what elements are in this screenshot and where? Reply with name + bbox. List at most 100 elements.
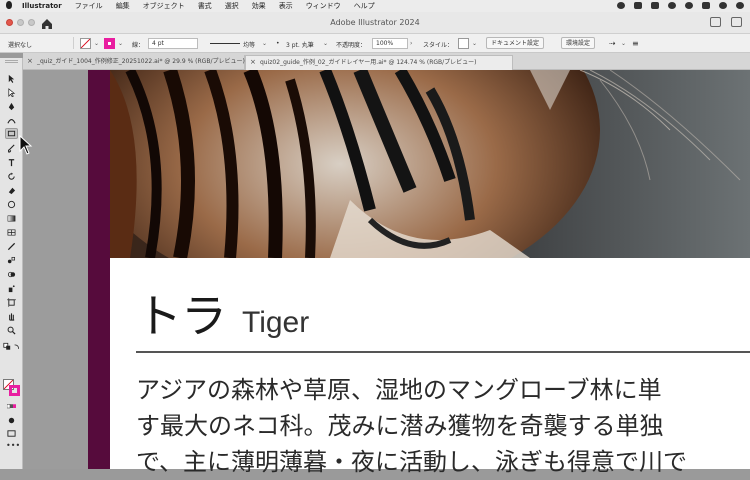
menu-object[interactable]: オブジェクト: [143, 1, 185, 11]
stroke-profile-preview[interactable]: [210, 43, 240, 44]
rectangle-tool[interactable]: [5, 128, 18, 139]
pen-tool[interactable]: [5, 101, 18, 112]
zoom-tool[interactable]: [5, 325, 18, 336]
eye-icon[interactable]: [685, 2, 693, 9]
chevron-down-icon[interactable]: ⌄: [262, 40, 267, 47]
mouse-pointer-icon: [19, 135, 33, 155]
heading-rule[interactable]: [136, 351, 750, 353]
document-tab-label: quiz02_guide_作例_02_ガイドレイヤー用.ai* @ 124.74…: [260, 59, 477, 66]
body-text-line: で、主に薄明薄暮・夜に活動し、泳ぎも得意で川で: [136, 448, 688, 476]
menu-window[interactable]: ウィンドウ: [306, 1, 341, 11]
eraser-tool[interactable]: [5, 185, 18, 196]
body-text-frame[interactable]: アジアの森林や草原、湿地のマングローブ林に単 す最大のネコ科。茂みに潜み獲物を奇…: [136, 372, 750, 480]
puppet-warp-tool[interactable]: [5, 199, 18, 210]
gradient-tool-icon: [7, 215, 16, 222]
menu-edit[interactable]: 編集: [116, 1, 130, 11]
stroke-profile-label[interactable]: 均等: [243, 40, 255, 49]
menu-file[interactable]: ファイル: [75, 1, 103, 11]
stroke-color-box[interactable]: [9, 385, 20, 396]
canvas-area[interactable]: トラ Tiger アジアの森林や草原、湿地のマングローブ林に単 す最大のネコ科。茂…: [23, 70, 750, 476]
fill-stroke-indicator[interactable]: [3, 379, 21, 397]
menu-app-name[interactable]: Illustrator: [22, 2, 62, 10]
artboard-tool[interactable]: [5, 297, 18, 308]
menu-help[interactable]: ヘルプ: [354, 1, 375, 11]
rotate-tool[interactable]: [5, 171, 18, 182]
document-setup-button[interactable]: ドキュメント設定: [486, 37, 545, 49]
edit-toolbar-icon[interactable]: •••: [6, 441, 20, 450]
tiger-photo-graphic: [110, 70, 750, 258]
swap-arrow-icon: [14, 344, 19, 349]
type-tool[interactable]: [5, 157, 18, 168]
menu-type[interactable]: 書式: [198, 1, 212, 11]
document-tab-2[interactable]: × quiz02_guide_作例_02_ガイドレイヤー用.ai* @ 124.…: [245, 55, 513, 70]
symbol-sprayer-tool[interactable]: [5, 283, 18, 294]
screen-mode-button[interactable]: [5, 428, 18, 439]
mesh-tool[interactable]: [5, 227, 18, 238]
cloud-icon[interactable]: [668, 2, 676, 9]
apple-logo-icon[interactable]: [6, 1, 12, 9]
chevron-right-icon[interactable]: ›: [410, 40, 412, 47]
rotate-tool-icon: [8, 172, 15, 180]
opacity-value: 100%: [376, 40, 394, 47]
direct-selection-tool[interactable]: [5, 87, 18, 98]
style-label: スタイル：: [423, 42, 454, 49]
opacity-field[interactable]: 100%: [372, 38, 408, 49]
paintbrush-tool[interactable]: [5, 143, 18, 154]
menu-view[interactable]: 表示: [279, 1, 293, 11]
battery-icon[interactable]: [702, 2, 710, 9]
chevron-down-icon[interactable]: ⌄: [621, 40, 626, 47]
panel-grip[interactable]: [5, 60, 18, 63]
document-tab-1[interactable]: × _quiz_ガイド_1004_作例修正_20251022.ai* @ 29.…: [23, 55, 245, 70]
artboard[interactable]: トラ Tiger アジアの森林や草原、湿地のマングローブ林に単 す最大のネコ科。茂…: [110, 70, 750, 476]
close-tab-icon[interactable]: ×: [27, 55, 33, 68]
account-icon[interactable]: [719, 2, 727, 9]
chevron-down-icon[interactable]: ⌄: [472, 40, 477, 47]
window-title: Adobe Illustrator 2024: [330, 18, 420, 27]
menu-effect[interactable]: 効果: [252, 1, 266, 11]
gradient-tool[interactable]: [5, 213, 18, 224]
stroke-weight-field[interactable]: 4 pt: [148, 38, 198, 49]
info-icon[interactable]: [736, 2, 744, 9]
divider: [73, 37, 74, 49]
eyedropper-tool[interactable]: [5, 241, 18, 252]
color-mode-buttons[interactable]: [5, 401, 18, 412]
select-similar-icon[interactable]: ⇢: [609, 39, 616, 48]
opacity-label[interactable]: 不透明度：: [336, 40, 366, 49]
blend-tool[interactable]: [5, 255, 18, 266]
share-icon[interactable]: [710, 17, 721, 27]
chevron-down-icon[interactable]: ⌄: [118, 40, 123, 47]
heading-japanese: トラ: [136, 289, 227, 343]
eyedropper-tool-icon: [7, 242, 16, 251]
hand-tool[interactable]: [5, 311, 18, 322]
close-tab-icon[interactable]: ×: [250, 56, 256, 69]
draw-mode-button[interactable]: [5, 415, 18, 426]
tiger-photo[interactable]: [110, 70, 750, 258]
status-icons: [617, 2, 744, 9]
default-colors-icon: [3, 342, 11, 350]
record-icon[interactable]: [617, 2, 625, 9]
chevron-down-icon[interactable]: ⌄: [94, 40, 99, 47]
selection-status: 選択なし: [8, 42, 33, 49]
graphic-style-swatch[interactable]: [458, 38, 469, 49]
fill-swatch[interactable]: [80, 38, 91, 49]
curvature-tool[interactable]: [5, 115, 18, 126]
selection-tool[interactable]: [5, 73, 18, 84]
panel-menu-icon[interactable]: ≡: [632, 39, 639, 48]
grid-icon[interactable]: [634, 2, 642, 9]
chevron-down-icon[interactable]: ⌄: [323, 40, 328, 47]
dropbox-icon[interactable]: [651, 2, 659, 9]
swap-fill-stroke-button[interactable]: [13, 341, 21, 352]
brush-dot-icon: •: [276, 40, 280, 47]
stroke-swatch[interactable]: [104, 38, 115, 49]
zoom-tool-icon: [7, 326, 16, 335]
screen-mode-icon: [7, 430, 16, 437]
panel-layout-icon[interactable]: [731, 17, 742, 27]
preferences-button[interactable]: 環境設定: [561, 37, 596, 49]
default-fill-stroke-button[interactable]: [3, 341, 11, 352]
menu-select[interactable]: 選択: [225, 1, 239, 11]
brush-definition[interactable]: 3 pt. 丸筆: [286, 40, 314, 49]
page-heading[interactable]: トラ Tiger: [136, 280, 309, 346]
eraser-tool-icon: [8, 187, 16, 195]
blend-tool-icon: [7, 256, 16, 264]
shape-builder-tool[interactable]: [5, 269, 18, 280]
